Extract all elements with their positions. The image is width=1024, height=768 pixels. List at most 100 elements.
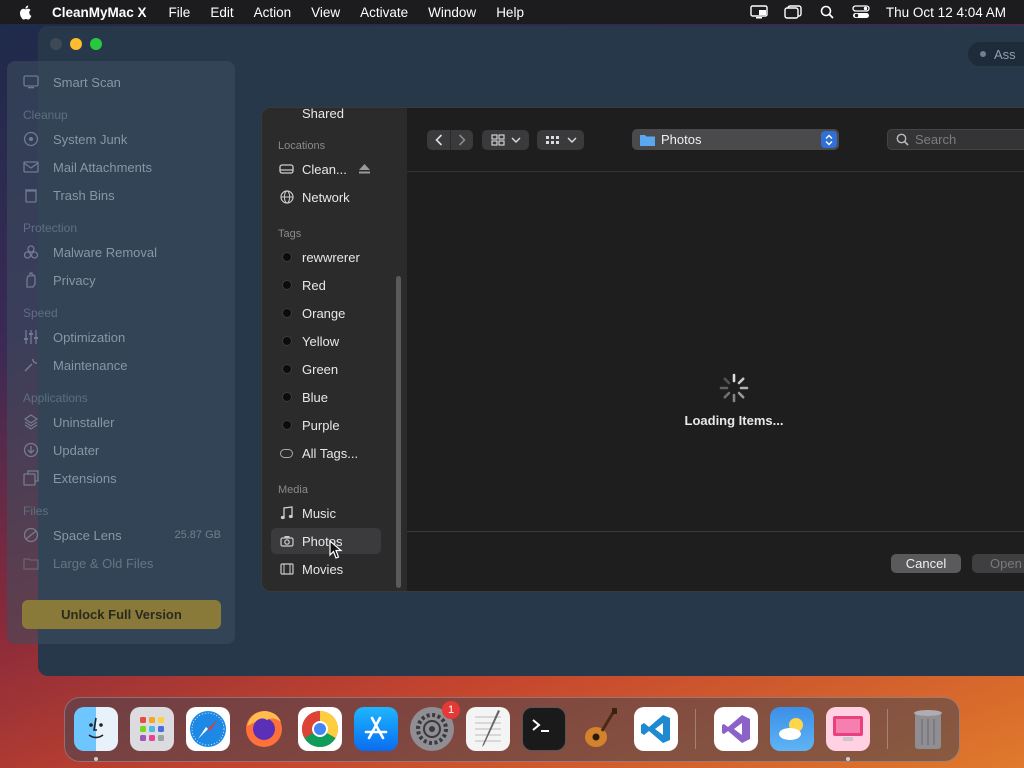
dialog-sidebar-scrollbar[interactable] — [396, 276, 401, 588]
dialog-sidebar-label: Clean... — [302, 161, 347, 177]
dialog-sidebar-item-photos[interactable]: Photos — [271, 528, 381, 554]
screen-share-icon[interactable] — [750, 4, 768, 20]
dialog-sidebar-tag-orange[interactable]: Orange — [271, 300, 381, 326]
sidebar-item-uninstaller[interactable]: Uninstaller — [23, 412, 114, 432]
menu-action[interactable]: Action — [254, 5, 292, 20]
sidebar-item-updater[interactable]: Updater — [23, 440, 99, 460]
dialog-sidebar-tag-purple[interactable]: Purple — [271, 412, 381, 438]
close-button[interactable] — [50, 38, 62, 50]
dock-cleanmymac[interactable] — [826, 707, 870, 751]
search-icon[interactable] — [818, 4, 836, 20]
dock-chrome[interactable] — [298, 707, 342, 751]
menu-file[interactable]: File — [169, 5, 191, 20]
dialog-sidebar-item-music[interactable]: Music — [271, 500, 381, 526]
chevron-right-icon — [458, 134, 466, 146]
sidebar-item-system-junk[interactable]: System Junk — [23, 129, 127, 149]
dialog-sidebar-label: Yellow — [302, 333, 340, 349]
tag-dot-icon — [279, 362, 294, 377]
dialog-sidebar-label: Orange — [302, 305, 346, 321]
dialog-sidebar-all-tags[interactable]: All Tags... — [271, 440, 381, 466]
dock-vscode[interactable] — [634, 707, 678, 751]
open-button[interactable]: Open — [972, 554, 1024, 573]
dialog-sidebar-tag-red[interactable]: Red — [271, 272, 381, 298]
location-popup[interactable]: Photos — [632, 129, 839, 150]
sidebar-item-extensions[interactable]: Extensions — [23, 468, 117, 488]
sidebar-item-label: Optimization — [53, 329, 126, 345]
cancel-button[interactable]: Cancel — [891, 554, 961, 573]
launchpad-icon — [140, 717, 164, 741]
tags-header: Tags — [278, 228, 302, 240]
camera-icon — [279, 534, 294, 549]
menu-clock[interactable]: Thu Oct 12 4:04 AM — [886, 5, 1006, 20]
dialog-sidebar-item-shared[interactable]: Shared — [271, 107, 381, 126]
magnifier-icon — [896, 133, 909, 146]
dock-app-store[interactable] — [354, 707, 398, 751]
visual-studio-icon — [722, 715, 750, 743]
dialog-sidebar-tag-green[interactable]: Green — [271, 356, 381, 382]
sidebar-item-space-lens[interactable]: Space Lens — [23, 525, 122, 545]
dialog-sidebar-tag-rewwrerer[interactable]: rewwrerer — [271, 244, 381, 270]
textedit-icon — [475, 710, 501, 747]
dialog-sidebar-label: All Tags... — [302, 445, 359, 461]
chevron-down-icon — [511, 137, 520, 143]
sidebar-item-large-old-files[interactable]: Large & Old Files — [23, 553, 153, 573]
sidebar-item-label: Maintenance — [53, 357, 128, 373]
minimize-button[interactable] — [70, 38, 82, 50]
dialog-divider — [407, 531, 1024, 532]
sidebar-item-smart-scan[interactable]: Smart Scan — [23, 72, 121, 92]
finder-icon — [88, 717, 104, 739]
back-button[interactable] — [427, 130, 450, 150]
dialog-sidebar-label: Shared — [302, 107, 344, 121]
menu-edit[interactable]: Edit — [210, 5, 233, 20]
menu-activate[interactable]: Activate — [360, 5, 408, 20]
view-mode-button[interactable] — [482, 130, 529, 150]
eject-icon[interactable] — [359, 164, 370, 174]
sidebar-item-optimization[interactable]: Optimization — [23, 327, 125, 347]
sidebar-item-label: Space Lens — [53, 527, 122, 543]
dock-safari[interactable] — [186, 707, 230, 751]
group-by-button[interactable] — [537, 130, 584, 150]
sidebar-item-malware-removal[interactable]: Malware Removal — [23, 242, 157, 262]
dialog-sidebar-item-movies[interactable]: Movies — [271, 556, 381, 582]
dock-terminal[interactable] — [522, 707, 566, 751]
app-name-menu[interactable]: CleanMyMac X — [52, 5, 147, 20]
tag-dot-icon — [279, 334, 294, 349]
apple-menu-icon[interactable] — [18, 4, 34, 20]
app-sidebar: Smart Scan Cleanup System Junk Mail Atta… — [7, 61, 235, 644]
open-file-dialog: Shared Locations Clean... Network Tags r… — [261, 107, 1024, 592]
assistant-button[interactable]: Ass — [968, 42, 1024, 66]
dialog-sidebar-tag-blue[interactable]: Blue — [271, 384, 381, 410]
menu-window[interactable]: Window — [428, 5, 476, 20]
sidebar-item-label: Mail Attachments — [53, 159, 152, 175]
dialog-sidebar-tag-yellow[interactable]: Yellow — [271, 328, 381, 354]
dock-textedit[interactable] — [466, 707, 510, 751]
sidebar-item-trash-bins[interactable]: Trash Bins — [23, 185, 115, 205]
dialog-sidebar-item-network[interactable]: Network — [271, 184, 381, 210]
dock-firefox[interactable] — [242, 707, 286, 751]
dock-trash[interactable] — [906, 707, 950, 751]
dock-garageband[interactable] — [578, 707, 622, 751]
dock-weather[interactable] — [770, 707, 814, 751]
menu-view[interactable]: View — [311, 5, 340, 20]
biohazard-icon — [23, 245, 39, 259]
sidebar-item-maintenance[interactable]: Maintenance — [23, 355, 127, 375]
zoom-button[interactable] — [90, 38, 102, 50]
search-field[interactable] — [887, 129, 1024, 150]
wrench-icon — [24, 358, 38, 372]
sidebar-item-mail-attachments[interactable]: Mail Attachments — [23, 157, 152, 177]
chevron-down-icon — [567, 137, 576, 143]
dock-launchpad[interactable] — [130, 707, 174, 751]
forward-button[interactable] — [450, 130, 473, 150]
unlock-full-version-button[interactable]: Unlock Full Version — [22, 600, 221, 629]
space-lens-size: 25.87 GB — [174, 529, 221, 541]
search-input[interactable] — [915, 132, 1024, 147]
dock-finder[interactable] — [74, 707, 118, 751]
menu-help[interactable]: Help — [496, 5, 524, 20]
notification-badge: 1 — [442, 701, 460, 719]
dock-visual-studio[interactable] — [714, 707, 758, 751]
sidebar-item-privacy[interactable]: Privacy — [23, 270, 96, 290]
control-center-icon[interactable] — [852, 4, 870, 20]
sidebar-item-label: Uninstaller — [53, 414, 115, 430]
vscode-icon — [641, 715, 670, 743]
window-icon[interactable] — [784, 4, 802, 20]
